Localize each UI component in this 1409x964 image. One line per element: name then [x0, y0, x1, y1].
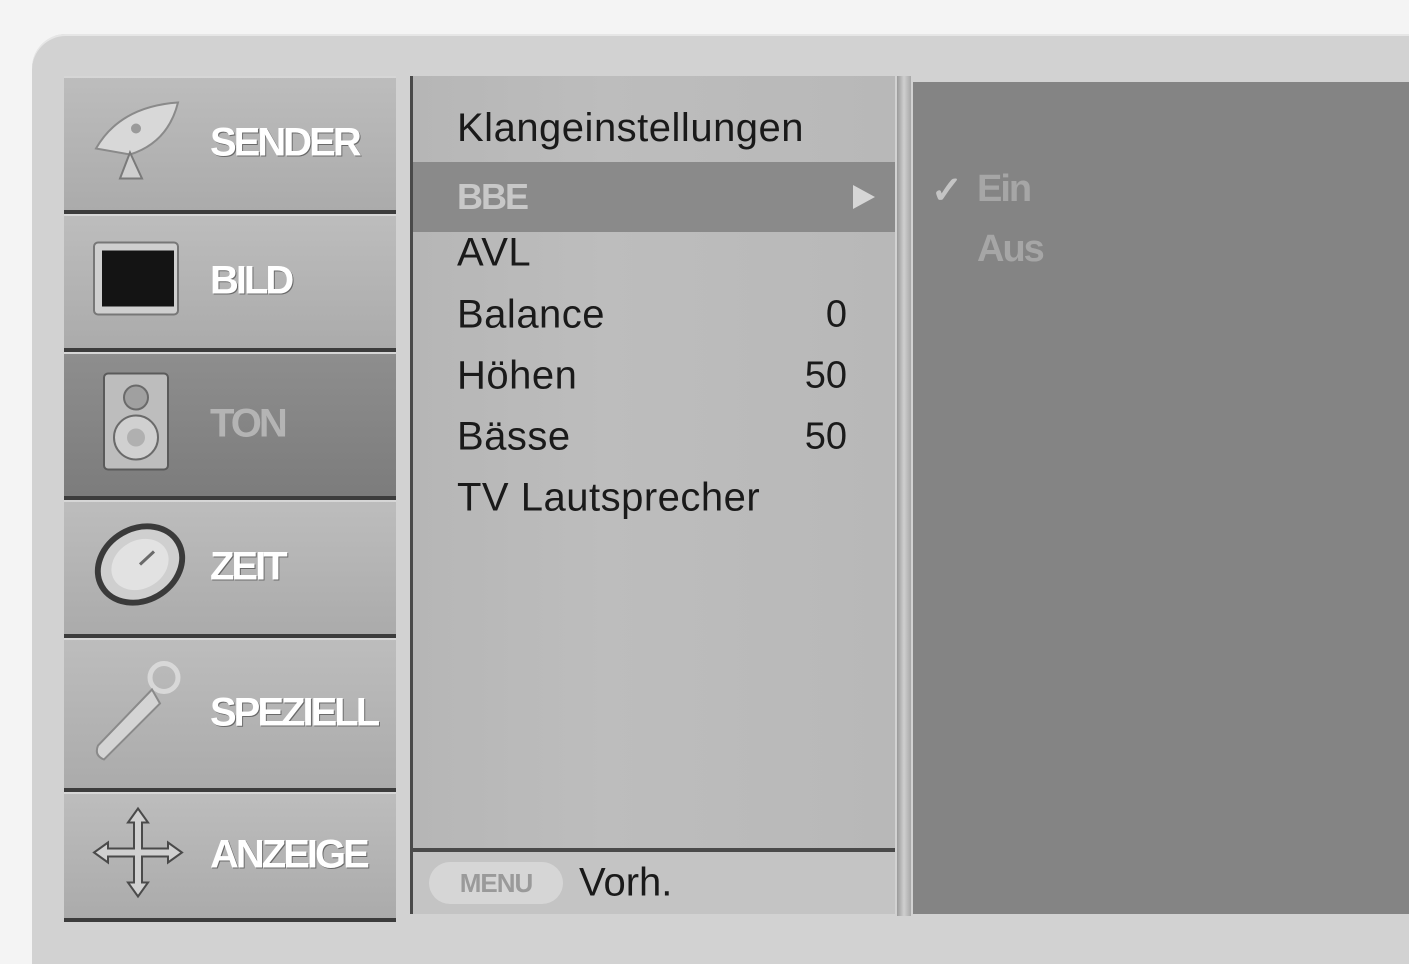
category-label: TON	[210, 401, 288, 446]
satellite-dish-icon	[90, 99, 182, 188]
menu-item-baesse[interactable]: Bässe 50	[413, 406, 895, 468]
option-ein[interactable]: Ein	[977, 168, 1032, 211]
submenu-footer: MENU Vorh.	[413, 848, 895, 914]
options-panel: ✓ Ein Aus	[913, 82, 1409, 914]
category-label: SENDER	[210, 120, 362, 165]
menu-item-label: BBE	[457, 176, 529, 217]
submenu-arrow-icon	[853, 185, 875, 209]
category-label: ANZEIGE	[210, 832, 370, 877]
category-ton[interactable]: TON	[64, 352, 396, 500]
previous-label: Vorh.	[579, 860, 673, 905]
panel-divider	[897, 76, 911, 916]
submenu-title: Klangeinstellungen	[457, 106, 805, 150]
menu-item-label: AVL	[457, 230, 532, 275]
category-zeit[interactable]: ZEIT	[64, 500, 396, 638]
menu-item-balance[interactable]: Balance 0	[413, 284, 895, 346]
clock-icon	[90, 520, 190, 615]
menu-item-label: Bässe	[457, 414, 571, 459]
menu-item-value: 0	[825, 293, 847, 336]
category-label: SPEZIELL	[210, 690, 380, 735]
category-label: BILD	[210, 258, 294, 303]
category-speziell[interactable]: SPEZIELL	[64, 638, 396, 792]
category-sender[interactable]: SENDER	[64, 76, 396, 214]
menu-item-label: Balance	[457, 292, 606, 337]
menu-item-avl[interactable]: AVL	[413, 222, 895, 284]
category-bild[interactable]: BILD	[64, 214, 396, 352]
sound-submenu: Klangeinstellungen BBE AVL Balance 0 Höh…	[410, 76, 895, 914]
menu-item-tv-lautsprecher[interactable]: TV Lautsprecher	[413, 467, 895, 529]
menu-item-value: 50	[804, 415, 847, 458]
remote-key-icon	[90, 656, 190, 771]
menu-item-label: TV Lautsprecher	[457, 475, 761, 520]
tv-screen-icon	[90, 239, 182, 324]
move-arrows-icon	[90, 805, 186, 906]
option-aus[interactable]: Aus	[977, 228, 1045, 271]
menu-item-hoehen[interactable]: Höhen 50	[413, 345, 895, 407]
menu-button[interactable]: MENU	[429, 862, 563, 904]
menu-item-label: Höhen	[457, 353, 578, 398]
checkmark-icon: ✓	[931, 170, 963, 212]
menu-item-value: 50	[804, 354, 847, 397]
category-label: ZEIT	[210, 544, 288, 589]
category-anzeige[interactable]: ANZEIGE	[64, 792, 396, 922]
speaker-icon	[90, 370, 182, 479]
